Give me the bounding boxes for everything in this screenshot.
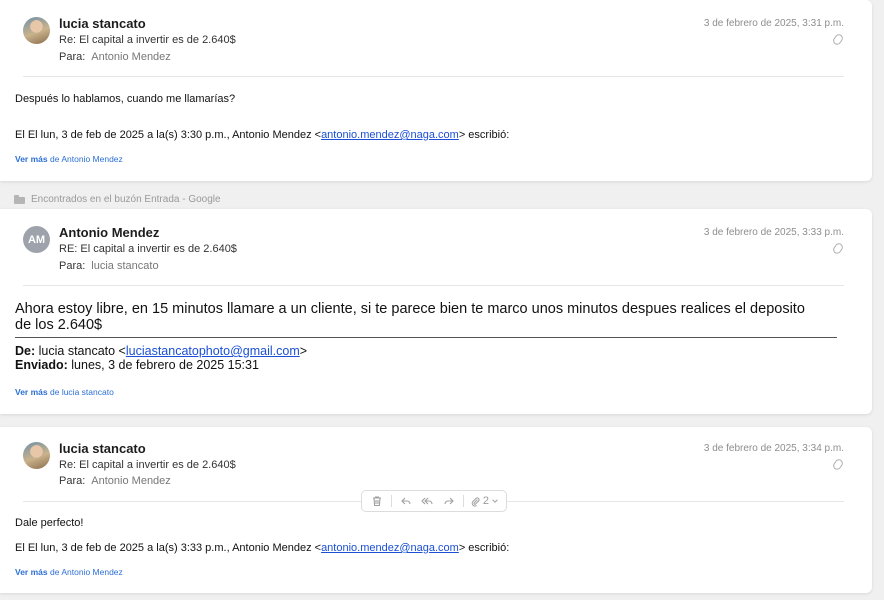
message-body: Dale perfecto!: [15, 517, 84, 529]
see-more-label[interactable]: Ver más: [15, 567, 48, 577]
see-more-from[interactable]: de lucia stancato: [50, 387, 114, 397]
folder-note: Encontrados en el buzón Entrada - Google: [14, 194, 221, 205]
message-date: 3 de febrero de 2025, 3:34 p.m.: [703, 443, 844, 454]
email-link[interactable]: antonio.mendez@naga.com: [321, 129, 459, 141]
email-link[interactable]: antonio.mendez@naga.com: [321, 542, 459, 554]
sender-name: lucia stancato: [59, 16, 146, 31]
quoted-sent-line: Enviado: lunes, 3 de febrero de 2025 15:…: [15, 358, 259, 372]
attachment-count: 2: [482, 495, 489, 507]
message-body: Después lo hablamos, cuando me llamarías…: [15, 93, 236, 105]
attachments-dropdown[interactable]: 2: [470, 495, 499, 507]
see-more-label[interactable]: Ver más: [15, 154, 48, 164]
quote-attribution: El El lun, 3 de feb de 2025 a la(s) 3:30…: [15, 129, 509, 141]
to-label: Para:: [59, 260, 86, 272]
forward-icon[interactable]: [441, 493, 457, 509]
recipient-name[interactable]: Antonio Mendez: [91, 51, 171, 63]
message-subject: Re: El capital a invertir es de 2.640$: [59, 459, 236, 471]
paperclip-icon: [471, 496, 480, 507]
see-more-from[interactable]: de Antonio Mendez: [50, 567, 123, 577]
sender-name: Antonio Mendez: [59, 225, 160, 240]
quote-prefix: El El lun, 3 de feb de 2025 a la(s) 3:30…: [15, 129, 322, 141]
mail-thread: lucia stancato Re: El capital a invertir…: [0, 0, 884, 600]
recipient-row: Para: lucia stancato: [59, 260, 159, 272]
see-more-from[interactable]: de Antonio Mendez: [50, 154, 123, 164]
paperclip-icon: [831, 241, 845, 256]
paperclip-icon: [831, 457, 845, 472]
quote-prefix: El El lun, 3 de feb de 2025 a la(s) 3:33…: [15, 542, 322, 554]
reply-all-icon[interactable]: [419, 493, 435, 509]
email-link[interactable]: luciastancatophoto@gmail.com: [126, 344, 300, 358]
paperclip-icon: [831, 32, 845, 47]
from-name: lucia stancato <: [38, 344, 126, 358]
sent-label: Enviado:: [15, 358, 68, 372]
see-more-link[interactable]: Ver más de lucia stancato: [15, 387, 114, 397]
quote-suffix: > escribió:: [458, 542, 510, 554]
quote-separator: [15, 337, 837, 338]
toolbar-separator: [463, 495, 465, 507]
avatar[interactable]: AM: [23, 226, 50, 253]
recipient-name[interactable]: lucia stancato: [91, 260, 158, 272]
to-label: Para:: [59, 51, 86, 63]
see-more-link[interactable]: Ver más de Antonio Mendez: [15, 567, 123, 577]
sent-value: lunes, 3 de febrero de 2025 15:31: [71, 358, 259, 372]
quote-suffix: > escribió:: [458, 129, 510, 141]
folder-icon: [14, 195, 25, 204]
message-date: 3 de febrero de 2025, 3:31 p.m.: [703, 18, 844, 29]
quoted-from-line: De: lucia stancato <luciastancatophoto@g…: [15, 344, 307, 358]
quote-attribution: El El lun, 3 de feb de 2025 a la(s) 3:33…: [15, 542, 509, 554]
avatar[interactable]: [23, 17, 50, 44]
header-divider: [23, 76, 844, 77]
message-date: 3 de febrero de 2025, 3:33 p.m.: [703, 227, 844, 238]
from-suffix: >: [299, 344, 308, 358]
message-action-toolbar: 2: [361, 490, 507, 512]
message-card-1[interactable]: lucia stancato Re: El capital a invertir…: [0, 0, 872, 181]
header-divider: [23, 285, 844, 286]
toolbar-separator: [390, 495, 392, 507]
sender-name: lucia stancato: [59, 441, 146, 456]
trash-icon[interactable]: [369, 493, 385, 509]
to-label: Para:: [59, 475, 86, 487]
recipient-row: Para: Antonio Mendez: [59, 475, 171, 487]
chevron-down-icon: [492, 499, 498, 503]
folder-note-text: Encontrados en el buzón Entrada - Google: [31, 194, 221, 205]
message-card-2[interactable]: AM Antonio Mendez RE: El capital a inver…: [0, 209, 872, 414]
message-body: Ahora estoy libre, en 15 minutos llamare…: [15, 301, 805, 333]
message-subject: Re: El capital a invertir es de 2.640$: [59, 34, 236, 46]
from-label: De:: [15, 344, 36, 358]
recipient-row: Para: Antonio Mendez: [59, 51, 171, 63]
avatar[interactable]: [23, 442, 50, 469]
see-more-label[interactable]: Ver más: [15, 387, 48, 397]
recipient-name[interactable]: Antonio Mendez: [91, 475, 171, 487]
reply-icon[interactable]: [398, 493, 414, 509]
message-subject: RE: El capital a invertir es de 2.640$: [59, 243, 237, 255]
see-more-link[interactable]: Ver más de Antonio Mendez: [15, 154, 123, 164]
